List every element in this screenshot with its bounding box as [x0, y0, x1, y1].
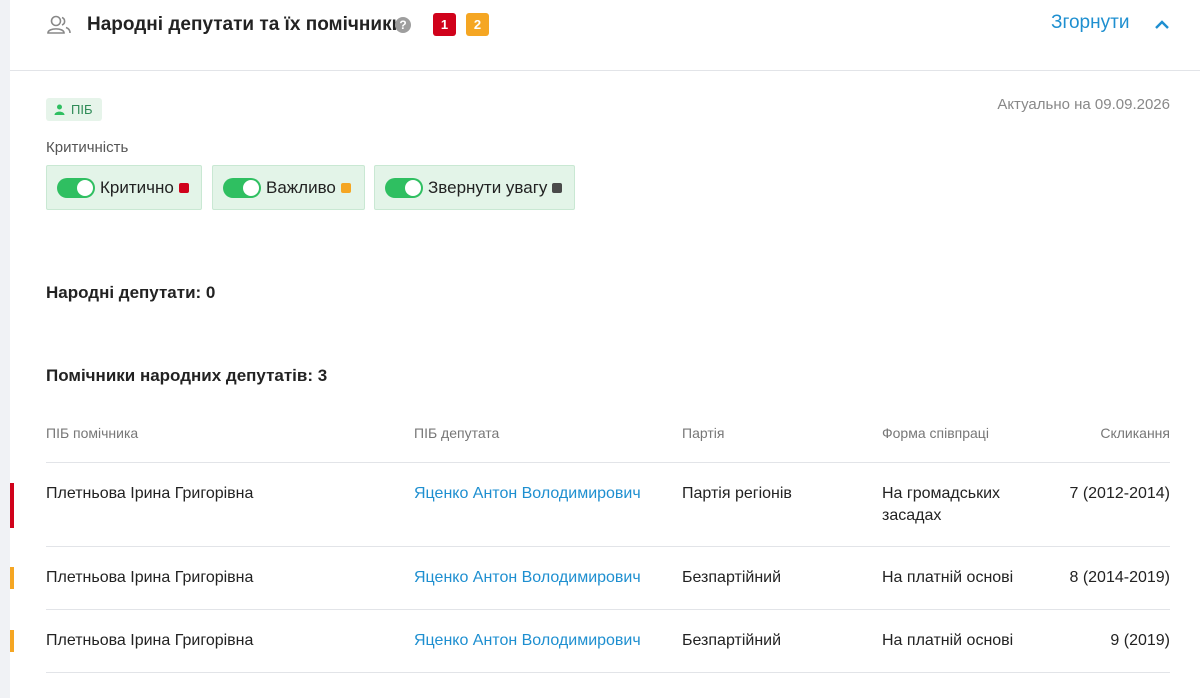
important-marker	[10, 567, 14, 589]
convocation: 9 (2019)	[1110, 632, 1170, 649]
criticality-label: Критичність	[46, 139, 129, 156]
person-icon	[54, 104, 65, 115]
assistants-count-title: Помічники народних депутатів: 3	[46, 366, 328, 385]
important-marker	[10, 630, 14, 652]
critical-marker	[10, 483, 14, 528]
deputy-link[interactable]: Яценко Антон Володимирович	[414, 567, 641, 589]
toggle-switch[interactable]	[385, 177, 423, 198]
column-header-assistant: ПІБ помічника	[46, 425, 139, 441]
row-divider	[46, 462, 1170, 463]
chevron-up-icon[interactable]	[1154, 18, 1170, 30]
help-icon[interactable]: ?	[395, 17, 411, 33]
deputy-link[interactable]: Яценко Антон Володимирович	[414, 630, 641, 652]
deputy-link[interactable]: Яценко Антон Володимирович	[414, 483, 641, 505]
pib-tag-label: ПІБ	[71, 102, 93, 117]
pib-filter-tag[interactable]: ПІБ	[46, 98, 102, 121]
toggle-label: Важливо	[266, 177, 336, 197]
left-strip	[0, 0, 10, 698]
cooperation-form: На платній основі	[882, 569, 1014, 586]
cooperation-form: На громадських засадах	[882, 485, 1001, 524]
people-icon	[47, 15, 71, 34]
section-header: Народні депутати та їх помічники ? 1 2 З…	[10, 0, 1200, 71]
toggle-switch[interactable]	[223, 177, 261, 198]
row-divider	[46, 609, 1170, 610]
column-header-deputy: ПІБ депутата	[414, 425, 500, 441]
critical-dot	[178, 182, 189, 193]
assistant-name: Плетньова Ірина Григорівна	[46, 485, 254, 502]
column-header-convocation: Скликання	[1100, 425, 1170, 441]
convocation: 7 (2012-2014)	[1069, 485, 1170, 502]
toggle-attention[interactable]: Звернути увагу	[374, 165, 575, 210]
toggle-critical[interactable]: Критично	[46, 165, 202, 210]
cooperation-form: На платній основі	[882, 632, 1014, 649]
party: Безпартійний	[682, 632, 782, 649]
collapse-button[interactable]: Згорнути	[1051, 12, 1129, 34]
toggle-label: Звернути увагу	[428, 177, 548, 197]
convocation: 8 (2014-2019)	[1069, 569, 1170, 586]
section-title: Народні депутати та їх помічники	[87, 14, 404, 35]
column-header-form: Форма співпраці	[882, 425, 989, 441]
deputies-count-title: Народні депутати: 0	[46, 283, 216, 302]
important-count-badge: 2	[466, 13, 489, 36]
toggle-label: Критично	[100, 177, 174, 197]
critical-count-badge: 1	[433, 13, 456, 36]
party: Партія регіонів	[682, 485, 792, 502]
assistant-name: Плетньова Ірина Григорівна	[46, 632, 254, 649]
toggle-important[interactable]: Важливо	[212, 165, 365, 210]
row-divider	[46, 546, 1170, 547]
important-dot	[340, 182, 351, 193]
attention-dot	[552, 182, 563, 193]
column-header-party: Партія	[682, 425, 725, 441]
actual-date: Актуально на 09.09.2026	[997, 96, 1170, 113]
toggle-switch[interactable]	[57, 177, 95, 198]
party: Безпартійний	[682, 569, 782, 586]
assistant-name: Плетньова Ірина Григорівна	[46, 569, 254, 586]
row-divider	[46, 672, 1170, 673]
